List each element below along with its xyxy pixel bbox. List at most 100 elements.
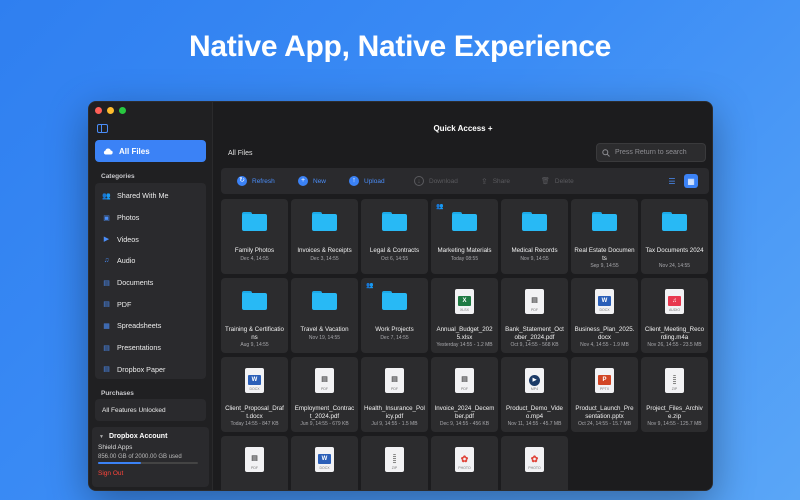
file-name: Business_Plan_2025.docx bbox=[574, 326, 635, 341]
file-meta: Nov 9, 14:55 - 125.7 MB bbox=[647, 421, 702, 427]
file-meta: Nov 9, 14:55 bbox=[520, 256, 549, 262]
file-name: Legal & Contracts bbox=[369, 247, 420, 254]
upload-icon: ↑ bbox=[349, 176, 359, 186]
sidebar-item-spreadsheets[interactable]: ▦ Spreadsheets bbox=[95, 315, 206, 337]
file-name: Work Projects bbox=[375, 326, 414, 333]
sidebar-item-all-files[interactable]: All Files bbox=[95, 140, 206, 162]
categories-title: Categories bbox=[101, 173, 135, 180]
folder-item[interactable]: Medical Records Nov 9, 14:55 bbox=[501, 199, 568, 274]
plus-icon: + bbox=[298, 176, 308, 186]
file-meta: Nov 4, 14:55 - 1.9 MB bbox=[580, 342, 629, 348]
folder-item[interactable]: Real Estate Documents Sep 9, 14:55 bbox=[571, 199, 638, 274]
docx-file-icon: W DOCX bbox=[245, 368, 264, 393]
file-meta: Oct 24, 14:55 - 15.7 MB bbox=[577, 421, 632, 427]
file-meta: Nov 19, 14:55 bbox=[308, 335, 341, 341]
sidebar-item-photos[interactable]: ▣ Photos bbox=[95, 207, 206, 229]
search-field[interactable] bbox=[596, 143, 706, 162]
upload-button[interactable]: ↑ Upload bbox=[349, 176, 385, 186]
sidebar-item-videos[interactable]: ▶ Videos bbox=[95, 228, 206, 250]
pdf-icon: ▤ bbox=[103, 301, 110, 309]
photo-file-icon: ✿ PHOTO bbox=[455, 447, 474, 472]
share-button[interactable]: ⇪ Share bbox=[481, 177, 510, 186]
cloud-icon bbox=[103, 147, 113, 155]
file-item[interactable]: ▤ PDF Health_Insurance_Policy.pdf Jul 9, 14… bbox=[361, 357, 428, 432]
grid-view-icon[interactable]: ▦ bbox=[684, 174, 698, 188]
headline: Native App, Native Experience bbox=[188, 30, 612, 63]
search-input[interactable] bbox=[615, 149, 700, 156]
file-meta: Nov 24, 14:55 bbox=[658, 263, 691, 269]
refresh-icon: ↻ bbox=[237, 176, 247, 186]
file-item[interactable]: W DOCX Client_Proposal_Draft.docx Today 14:… bbox=[221, 357, 288, 432]
purchase-item[interactable]: All Features Unlocked bbox=[95, 399, 206, 421]
shared-icon: 👥 bbox=[366, 283, 374, 289]
file-item[interactable]: ▤ PDF Invoice_2024_December.pdf Dec 9, 14:5… bbox=[431, 357, 498, 432]
sidebar-item-label: Shared With Me bbox=[117, 191, 169, 201]
file-item[interactable]: ✿ PHOTO bbox=[431, 436, 498, 490]
sign-out-button[interactable]: Sign Out bbox=[98, 470, 203, 477]
docx-file-icon: W DOCX bbox=[315, 447, 334, 472]
folder-item[interactable]: Family Photos Dec 4, 14:55 bbox=[221, 199, 288, 274]
account-header[interactable]: ▼ Dropbox Account bbox=[98, 433, 203, 440]
sidebar-toggle-icon[interactable] bbox=[97, 124, 108, 133]
folder-item[interactable]: 👥 Marketing Materials Today 08:55 bbox=[431, 199, 498, 274]
pdf-file-icon: ▤ PDF bbox=[525, 289, 544, 314]
sidebar-item-pdf[interactable]: ▤ PDF bbox=[95, 293, 206, 315]
sidebar-item-label: Audio bbox=[117, 256, 136, 266]
file-item[interactable]: ▤ PDF Employment_Contract_2024.pdf Jun 9, 1… bbox=[291, 357, 358, 432]
file-name: Travel & Vacation bbox=[300, 326, 349, 333]
window-title[interactable]: Quick Access + bbox=[214, 124, 712, 133]
file-item[interactable]: ▤ PDF bbox=[221, 436, 288, 490]
folder-item[interactable]: Legal & Contracts Oct 6, 14:55 bbox=[361, 199, 428, 274]
download-button[interactable]: ↓ Download bbox=[414, 176, 458, 186]
account-panel: ▼ Dropbox Account Shield Apps 856.00 GB … bbox=[92, 427, 209, 487]
sidebar-item-presentations[interactable]: ▤ Presentations bbox=[95, 337, 206, 359]
file-meta: Dec 7, 14:55 bbox=[380, 335, 409, 341]
folder-item[interactable]: Tax Documents 2024 Nov 24, 14:55 bbox=[641, 199, 708, 274]
minimize-window-button[interactable] bbox=[107, 107, 114, 114]
sidebar-item-audio[interactable]: ♫ Audio bbox=[95, 250, 206, 272]
file-meta: Nov 11, 14:55 - 45.7 MB bbox=[507, 421, 562, 427]
file-item[interactable]: X XLSX Annual_Budget_2025.xlsx Yesterday 14… bbox=[431, 278, 498, 353]
file-item[interactable]: ♫ AUDIO Client_Meeting_Recording.m4a Nov 26… bbox=[641, 278, 708, 353]
new-button[interactable]: + New bbox=[298, 176, 326, 186]
photo-icon: ▣ bbox=[103, 214, 110, 222]
folder-icon bbox=[662, 212, 687, 231]
download-icon: ↓ bbox=[414, 176, 424, 186]
sidebar-item-shared-with-me[interactable]: 👥 Shared With Me bbox=[95, 185, 206, 207]
sidebar-item-dropbox-paper[interactable]: ▤ Dropbox Paper bbox=[95, 359, 206, 381]
file-meta: Today 08:55 bbox=[450, 256, 479, 262]
list-view-icon[interactable]: ☰ bbox=[665, 174, 679, 188]
file-item[interactable]: ZIP Project_Files_Archive.zip Nov 9, 14:55… bbox=[641, 357, 708, 432]
close-window-button[interactable] bbox=[95, 107, 102, 114]
file-name: Real Estate Documents bbox=[574, 247, 635, 262]
folder-icon bbox=[382, 212, 407, 231]
window-controls bbox=[95, 107, 126, 114]
zoom-window-button[interactable] bbox=[119, 107, 126, 114]
file-item[interactable]: ZIP bbox=[361, 436, 428, 490]
folder-item[interactable]: 👥 Work Projects Dec 7, 14:55 bbox=[361, 278, 428, 353]
file-name: Client_Proposal_Draft.docx bbox=[225, 405, 284, 420]
sidebar-item-label: Documents bbox=[117, 278, 154, 288]
pptx-file-icon: P PPTX bbox=[595, 368, 614, 393]
file-item[interactable]: W DOCX Business_Plan_2025.docx Nov 4, 14:55… bbox=[571, 278, 638, 353]
file-meta: Yesterday 14:55 - 1.2 MB bbox=[436, 342, 493, 348]
delete-button[interactable]: 🗑 Delete bbox=[541, 177, 574, 186]
zip-file-icon: ZIP bbox=[385, 447, 404, 472]
breadcrumb[interactable]: All Files bbox=[228, 150, 253, 157]
sidebar-item-documents[interactable]: ▤ Documents bbox=[95, 272, 206, 294]
sidebar-item-label: Dropbox Paper bbox=[117, 364, 166, 374]
file-name: Family Photos bbox=[234, 247, 275, 254]
folder-item[interactable]: Invoices & Receipts Dec 3, 14:55 bbox=[291, 199, 358, 274]
file-item[interactable]: ▶ MP4 Product_Demo_Video.mp4 Nov 11, 14:55 … bbox=[501, 357, 568, 432]
refresh-button[interactable]: ↻ Refresh bbox=[237, 176, 275, 186]
zip-file-icon: ZIP bbox=[665, 368, 684, 393]
file-item[interactable]: P PPTX Product_Launch_Presentation.pptx Oct… bbox=[571, 357, 638, 432]
folder-item[interactable]: Training & Certifications Aug 9, 14:55 bbox=[221, 278, 288, 353]
file-item[interactable]: ✿ PHOTO bbox=[501, 436, 568, 490]
folder-item[interactable]: Travel & Vacation Nov 19, 14:55 bbox=[291, 278, 358, 353]
search-icon bbox=[602, 148, 610, 157]
file-item[interactable]: W DOCX bbox=[291, 436, 358, 490]
file-item[interactable]: ▤ PDF Bank_Statement_October_2024.pdf Oct 9… bbox=[501, 278, 568, 353]
sidebar-item-label: Presentations bbox=[117, 343, 161, 353]
file-name: Marketing Materials bbox=[437, 247, 492, 254]
